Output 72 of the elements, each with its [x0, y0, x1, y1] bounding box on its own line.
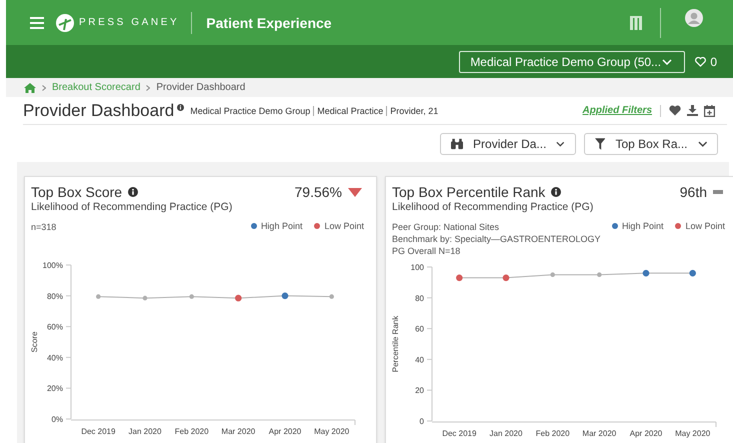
- x-tick-label: Dec 2019: [442, 429, 476, 438]
- y-tick-label: 20%: [46, 384, 63, 394]
- card-title: Top Box Percentile Rank: [392, 184, 546, 200]
- card-subtitle: Likelihood of Recommending Practice (PG): [31, 201, 234, 213]
- x-tick-label: Apr 2020: [630, 429, 662, 438]
- avatar-icon[interactable]: [685, 8, 703, 26]
- y-tick-label: 0: [420, 417, 424, 426]
- heart-icon[interactable]: [669, 105, 681, 116]
- x-tick-label: Mar 2020: [582, 429, 616, 438]
- legend-label: Low Point: [324, 221, 364, 231]
- y-tick-label: 60%: [46, 322, 63, 332]
- info-icon[interactable]: [551, 187, 562, 197]
- y-tick-label: 100: [410, 263, 424, 272]
- home-icon[interactable]: [24, 82, 36, 92]
- organization-dropdown[interactable]: Medical Practice Demo Group (50...: [459, 50, 686, 72]
- breadcrumb-item: Provider Dashboard: [156, 82, 246, 93]
- y-tick-label: 0%: [51, 415, 63, 424]
- download-icon[interactable]: [687, 105, 698, 116]
- info-icon[interactable]: [177, 104, 184, 111]
- y-tick-label: 20: [415, 386, 424, 396]
- chart-note: PG Overall N=18: [392, 245, 462, 257]
- calendar-icon[interactable]: [704, 104, 715, 116]
- binoculars-icon: [451, 138, 464, 150]
- breadcrumb-item[interactable]: Breakout Scorecard: [52, 82, 140, 93]
- chevron-down-icon: [698, 140, 707, 146]
- filter-icon: [595, 138, 606, 150]
- product-title: Patient Experience: [206, 14, 332, 30]
- chevron-down-icon: [556, 140, 565, 146]
- filter-dropdown[interactable]: Top Box Ra...: [584, 132, 718, 154]
- info-icon[interactable]: [128, 187, 138, 197]
- chart-note: n=318: [31, 221, 56, 233]
- card-subtitle: Likelihood of Recommending Practice (PG): [392, 201, 594, 213]
- books-icon[interactable]: [630, 16, 642, 30]
- metric-value: 96th: [680, 184, 707, 200]
- chart-note: Peer Group: National Sites: [392, 221, 500, 233]
- chevron-down-icon: [662, 58, 672, 64]
- y-tick-label: 40%: [46, 353, 63, 362]
- y-tick-label: 60: [415, 324, 424, 334]
- legend-label: High Point: [622, 221, 664, 231]
- y-tick-label: 80: [415, 294, 424, 303]
- metric-value: 79.56%: [294, 184, 342, 200]
- filter-dropdown[interactable]: Provider Da...: [440, 132, 576, 154]
- menu-icon[interactable]: [30, 16, 44, 28]
- context-item: Medical Practice: [317, 106, 384, 116]
- x-tick-label: May 2020: [675, 429, 710, 438]
- y-axis-title: Score: [30, 332, 39, 352]
- chevron-icon: [146, 84, 150, 90]
- context-item: Medical Practice Demo Group: [190, 106, 310, 116]
- heart-icon[interactable]: [695, 56, 706, 66]
- y-tick-label: 40: [415, 355, 424, 364]
- x-tick-label: Mar 2020: [221, 427, 256, 436]
- x-tick-label: May 2020: [314, 427, 350, 436]
- x-tick-label: Dec 2019: [81, 427, 116, 436]
- x-tick-label: Feb 2020: [174, 427, 209, 436]
- legend-label: High Point: [260, 221, 302, 231]
- x-tick-label: Jan 2020: [128, 427, 162, 436]
- y-axis-title: Percentile Rank: [391, 316, 400, 372]
- chart-note: Benchmark by: Specialty—GASTROENTEROLOGY: [392, 233, 601, 245]
- brand-name: PRESS GANEY: [79, 17, 180, 28]
- x-tick-label: Apr 2020: [268, 427, 302, 436]
- page-title: Provider Dashboard: [23, 100, 174, 120]
- card-title: Top Box Score: [31, 184, 122, 200]
- favorites-count[interactable]: 0: [710, 54, 717, 68]
- legend-label: Low Point: [685, 221, 725, 231]
- x-tick-label: Feb 2020: [536, 429, 570, 438]
- applied-filters-link[interactable]: Applied Filters: [582, 105, 652, 116]
- logo-icon: [56, 14, 74, 32]
- x-tick-label: Jan 2020: [490, 429, 522, 438]
- y-tick-label: 100%: [42, 261, 63, 270]
- y-tick-label: 80%: [46, 292, 63, 301]
- chevron-icon: [42, 84, 46, 90]
- context-item: Provider, 21: [390, 106, 438, 116]
